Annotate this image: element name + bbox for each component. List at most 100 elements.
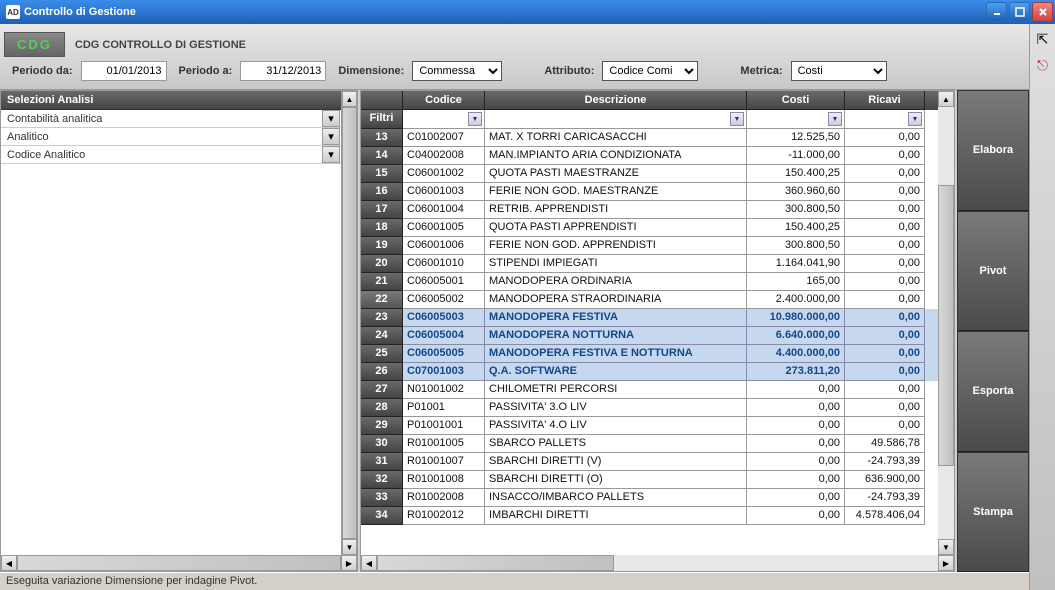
- cell-ricavi[interactable]: 0,00: [845, 327, 925, 345]
- row-number[interactable]: 33: [361, 489, 403, 507]
- cell-codice[interactable]: C06001004: [403, 201, 485, 219]
- row-number[interactable]: 15: [361, 165, 403, 183]
- cell-descrizione[interactable]: INSACCO/IMBARCO PALLETS: [485, 489, 747, 507]
- cell-costi[interactable]: 12.525,50: [747, 129, 845, 147]
- cell-descrizione[interactable]: QUOTA PASTI APPRENDISTI: [485, 219, 747, 237]
- cell-ricavi[interactable]: 49.586,78: [845, 435, 925, 453]
- dimensione-select[interactable]: Commessa: [412, 61, 502, 81]
- cell-costi[interactable]: 0,00: [747, 507, 845, 525]
- cell-costi[interactable]: 300.800,50: [747, 237, 845, 255]
- cell-costi[interactable]: 0,00: [747, 435, 845, 453]
- analysis-row[interactable]: Codice Analitico▾: [1, 146, 341, 164]
- stampa-button[interactable]: Stampa: [957, 452, 1029, 573]
- row-number[interactable]: 32: [361, 471, 403, 489]
- table-row[interactable]: 17C06001004RETRIB. APPRENDISTI300.800,50…: [361, 201, 938, 219]
- cell-codice[interactable]: C01002007: [403, 129, 485, 147]
- cell-codice[interactable]: R01002008: [403, 489, 485, 507]
- grid-hscroll[interactable]: ◀ ▶: [361, 555, 954, 571]
- cell-codice[interactable]: C06005002: [403, 291, 485, 309]
- scroll-down-icon[interactable]: ▼: [938, 539, 954, 555]
- cell-costi[interactable]: 165,00: [747, 273, 845, 291]
- cell-descrizione[interactable]: STIPENDI IMPIEGATI: [485, 255, 747, 273]
- scroll-right-icon[interactable]: ▶: [938, 555, 954, 571]
- scroll-up-icon[interactable]: ▲: [938, 91, 954, 107]
- cell-costi[interactable]: 0,00: [747, 471, 845, 489]
- chevron-down-icon[interactable]: ▾: [322, 128, 340, 145]
- cell-codice[interactable]: C06001010: [403, 255, 485, 273]
- exit-icon[interactable]: ⎋: [1034, 56, 1052, 74]
- cell-codice[interactable]: C07001003: [403, 363, 485, 381]
- cell-ricavi[interactable]: 0,00: [845, 237, 925, 255]
- cell-descrizione[interactable]: PASSIVITA' 3.O LIV: [485, 399, 747, 417]
- cell-codice[interactable]: C06001002: [403, 165, 485, 183]
- row-number[interactable]: 20: [361, 255, 403, 273]
- cell-ricavi[interactable]: 0,00: [845, 255, 925, 273]
- cell-codice[interactable]: C06005001: [403, 273, 485, 291]
- table-row[interactable]: 16C06001003FERIE NON GOD. MAESTRANZE360.…: [361, 183, 938, 201]
- cell-descrizione[interactable]: QUOTA PASTI MAESTRANZE: [485, 165, 747, 183]
- cell-ricavi[interactable]: 0,00: [845, 147, 925, 165]
- table-row[interactable]: 23C06005003MANODOPERA FESTIVA10.980.000,…: [361, 309, 938, 327]
- table-row[interactable]: 22C06005002MANODOPERA STRAORDINARIA2.400…: [361, 291, 938, 309]
- table-row[interactable]: 28P01001PASSIVITA' 3.O LIV0,000,00: [361, 399, 938, 417]
- cell-costi[interactable]: -11.000,00: [747, 147, 845, 165]
- cell-costi[interactable]: 273.811,20: [747, 363, 845, 381]
- analysis-row[interactable]: Contabilità analitica▾: [1, 110, 341, 128]
- pivot-button[interactable]: Pivot: [957, 211, 1029, 332]
- table-row[interactable]: 25C06005005MANODOPERA FESTIVA E NOTTURNA…: [361, 345, 938, 363]
- corner-cell[interactable]: [361, 91, 403, 110]
- cell-descrizione[interactable]: SBARCHI DIRETTI (O): [485, 471, 747, 489]
- scroll-right-icon[interactable]: ▶: [341, 555, 357, 571]
- cell-ricavi[interactable]: 0,00: [845, 345, 925, 363]
- left-scrollbar[interactable]: ▲ ▼: [341, 91, 357, 555]
- cell-costi[interactable]: 300.800,50: [747, 201, 845, 219]
- cell-codice[interactable]: C06001003: [403, 183, 485, 201]
- filter-descrizione[interactable]: ▼: [485, 110, 747, 129]
- col-costi[interactable]: Costi: [747, 91, 845, 110]
- table-row[interactable]: 30R01001005SBARCO PALLETS0,0049.586,78: [361, 435, 938, 453]
- row-number[interactable]: 23: [361, 309, 403, 327]
- cell-descrizione[interactable]: SBARCO PALLETS: [485, 435, 747, 453]
- cell-descrizione[interactable]: MAN.IMPIANTO ARIA CONDIZIONATA: [485, 147, 747, 165]
- scroll-left-icon[interactable]: ◀: [361, 555, 377, 571]
- cell-codice[interactable]: R01002012: [403, 507, 485, 525]
- cell-ricavi[interactable]: 0,00: [845, 183, 925, 201]
- cell-ricavi[interactable]: 0,00: [845, 219, 925, 237]
- filter-ricavi[interactable]: ▼: [845, 110, 925, 129]
- cell-codice[interactable]: C06005005: [403, 345, 485, 363]
- table-row[interactable]: 27N01001002CHILOMETRI PERCORSI0,000,00: [361, 381, 938, 399]
- cell-costi[interactable]: 0,00: [747, 417, 845, 435]
- cell-costi[interactable]: 0,00: [747, 381, 845, 399]
- minimize-button[interactable]: [986, 2, 1007, 22]
- table-row[interactable]: 32R01001008SBARCHI DIRETTI (O)0,00636.90…: [361, 471, 938, 489]
- table-row[interactable]: 19C06001006FERIE NON GOD. APPRENDISTI300…: [361, 237, 938, 255]
- row-number[interactable]: 24: [361, 327, 403, 345]
- row-number[interactable]: 22: [361, 291, 403, 309]
- cell-descrizione[interactable]: IMBARCHI DIRETTI: [485, 507, 747, 525]
- row-number[interactable]: 30: [361, 435, 403, 453]
- table-row[interactable]: 21C06005001MANODOPERA ORDINARIA165,000,0…: [361, 273, 938, 291]
- cell-ricavi[interactable]: 0,00: [845, 129, 925, 147]
- cell-codice[interactable]: R01001007: [403, 453, 485, 471]
- table-row[interactable]: 14C04002008MAN.IMPIANTO ARIA CONDIZIONAT…: [361, 147, 938, 165]
- periodo-a-input[interactable]: [240, 61, 326, 81]
- cell-costi[interactable]: 2.400.000,00: [747, 291, 845, 309]
- cell-descrizione[interactable]: CHILOMETRI PERCORSI: [485, 381, 747, 399]
- chevron-down-icon[interactable]: ▼: [828, 112, 842, 126]
- filter-codice[interactable]: ▼: [403, 110, 485, 129]
- cell-ricavi[interactable]: 0,00: [845, 399, 925, 417]
- col-codice[interactable]: Codice: [403, 91, 485, 110]
- cell-ricavi[interactable]: 0,00: [845, 291, 925, 309]
- chevron-down-icon[interactable]: ▾: [322, 110, 340, 127]
- cell-ricavi[interactable]: 0,00: [845, 201, 925, 219]
- attributo-select[interactable]: Codice Comi: [602, 61, 698, 81]
- cell-costi[interactable]: 0,00: [747, 489, 845, 507]
- cell-codice[interactable]: C06005004: [403, 327, 485, 345]
- row-number[interactable]: 19: [361, 237, 403, 255]
- cell-descrizione[interactable]: FERIE NON GOD. APPRENDISTI: [485, 237, 747, 255]
- elabora-button[interactable]: Elabora: [957, 90, 1029, 211]
- cell-codice[interactable]: R01001008: [403, 471, 485, 489]
- cell-ricavi[interactable]: 636.900,00: [845, 471, 925, 489]
- scroll-left-icon[interactable]: ◀: [1, 555, 17, 571]
- scroll-down-icon[interactable]: ▼: [342, 539, 357, 555]
